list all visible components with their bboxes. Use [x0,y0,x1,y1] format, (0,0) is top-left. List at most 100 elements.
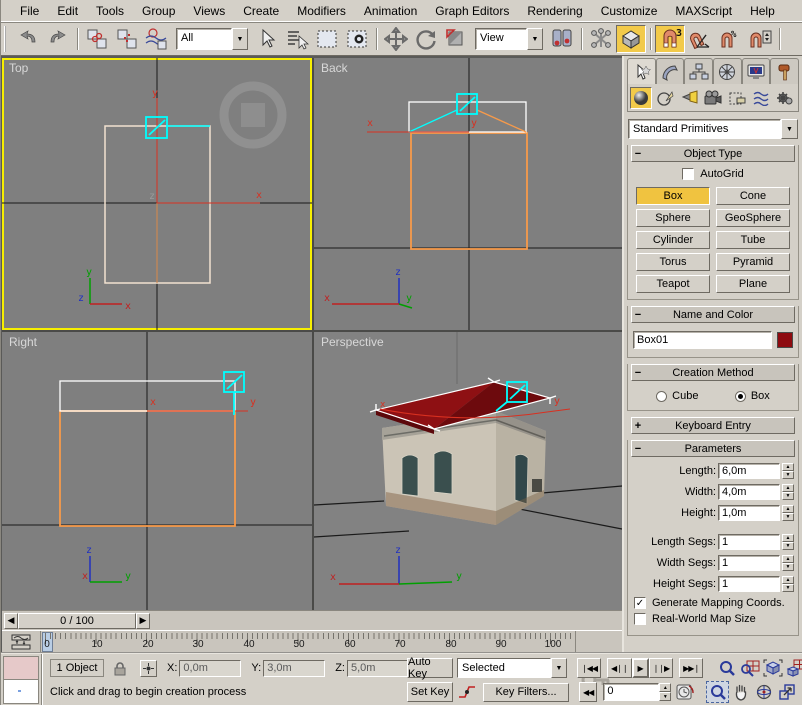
object-type-box[interactable]: Box [636,187,710,205]
y-coordinate-input[interactable]: 3,0m [263,660,325,677]
object-type-torus[interactable]: Torus [636,253,710,271]
listener-script-pane[interactable] [3,680,39,704]
width-segs-input[interactable]: 1 [718,555,780,571]
object-color-swatch[interactable] [777,332,793,348]
menu-file[interactable]: File [11,1,48,21]
menu-create[interactable]: Create [234,1,288,21]
next-frame-button[interactable]: ❘❘▶ [649,658,674,678]
unlink-selection-icon[interactable] [112,25,142,53]
zoom-all-icon[interactable] [738,657,761,679]
bind-to-spacewarp-icon[interactable] [142,25,172,53]
object-type-cylinder[interactable]: Cylinder [636,231,710,249]
percent-snap-icon[interactable]: % [715,25,745,53]
auto-key-button[interactable]: Auto Key [407,658,453,678]
rollout-name-color-header[interactable]: − Name and Color [631,306,795,323]
viewport-right[interactable]: Right x y [2,332,312,610]
rectangular-selection-region-icon[interactable] [312,25,342,53]
key-filters-button[interactable]: Key Filters... [483,683,569,702]
tab-utilities[interactable] [770,58,799,84]
width-segs-spinner[interactable]: ▲▼ [782,555,794,571]
z-coordinate-input[interactable]: 5,0m [347,660,409,677]
chevron-down-icon[interactable]: ▼ [527,28,543,50]
previous-frame-button[interactable]: ◀❘❘ [607,658,632,678]
rollout-object-type-header[interactable]: − Object Type [631,145,795,162]
menu-group[interactable]: Group [133,1,184,21]
menu-animation[interactable]: Animation [355,1,426,21]
play-button[interactable]: ▶ [632,658,649,678]
real-world-map-size-checkbox[interactable] [634,613,646,625]
viewport-right-canvas[interactable]: x y z x y [2,332,312,610]
select-and-scale-icon[interactable] [441,25,471,53]
viewport-perspective-canvas[interactable]: y x z x y [314,332,622,610]
length-segs-spinner[interactable]: ▲▼ [782,534,794,550]
current-frame-input[interactable]: 0 [603,683,659,701]
select-and-manipulate-icon[interactable] [586,25,616,53]
category-dropdown[interactable]: Standard Primitives ▼ [628,119,798,139]
length-spinner[interactable]: ▲▼ [782,463,794,479]
chevron-down-icon[interactable]: ▼ [781,119,798,139]
selected-filter-dropdown[interactable]: Selected ▼ [457,658,567,678]
use-pivot-center-icon[interactable] [547,25,577,53]
key-mode-toggle-button[interactable]: ◀◀ [579,682,597,702]
viewport-back-canvas[interactable]: x y z x y [314,58,622,330]
height-input[interactable]: 1,0m [718,505,780,521]
object-type-plane[interactable]: Plane [716,275,790,293]
height-segs-spinner[interactable]: ▲▼ [782,576,794,592]
category-lights-icon[interactable] [678,87,700,109]
menu-rendering[interactable]: Rendering [518,1,591,21]
pan-icon[interactable] [729,681,752,703]
selection-filter-dropdown[interactable]: All ▼ [176,28,248,50]
select-object-icon[interactable] [252,25,282,53]
menu-maxscript[interactable]: MAXScript [666,1,741,21]
menu-help[interactable]: Help [741,1,784,21]
radio-icon[interactable] [656,391,667,402]
width-spinner[interactable]: ▲▼ [782,484,794,500]
zoom-icon[interactable] [715,657,738,679]
category-shapes-icon[interactable] [654,87,676,109]
object-type-teapot[interactable]: Teapot [636,275,710,293]
timeline-ruler[interactable]: 0 10 20 30 40 50 60 70 80 90 100 [40,631,576,653]
go-to-start-button[interactable]: ❘◀◀ [577,658,601,678]
viewport-top-canvas[interactable]: y x z y x z [2,58,312,330]
category-spacewarps-icon[interactable] [750,87,772,109]
track-bar[interactable]: 0 10 20 30 40 50 60 70 80 90 100 [2,630,622,652]
menu-tools[interactable]: Tools [87,1,133,21]
tab-motion[interactable] [713,58,742,84]
spinner-snap-icon[interactable] [745,25,775,53]
category-geometry-icon[interactable] [630,87,652,109]
lock-selection-icon[interactable] [112,660,128,677]
object-type-geosphere[interactable]: GeoSphere [716,209,790,227]
rollout-keyboard-entry-header[interactable]: + Keyboard Entry [631,417,795,434]
menu-graph-editors[interactable]: Graph Editors [426,1,518,21]
redo-icon[interactable] [43,25,73,53]
tab-display[interactable] [742,58,771,84]
rollout-creation-method-header[interactable]: − Creation Method [631,364,795,381]
category-helpers-icon[interactable] [726,87,748,109]
viewport-top-label[interactable]: Top [9,61,28,75]
set-key-button[interactable]: Set Key [407,682,453,702]
chevron-down-icon[interactable]: ▼ [551,658,567,678]
object-type-cone[interactable]: Cone [716,187,790,205]
default-in-out-icon[interactable] [457,683,477,701]
menu-views[interactable]: Views [184,1,234,21]
time-slider-handle[interactable]: 0 / 100 [18,613,136,629]
menu-customize[interactable]: Customize [592,1,667,21]
minmax-toggle-icon[interactable] [775,681,798,703]
rollout-parameters-header[interactable]: − Parameters [631,440,795,457]
creation-method-box[interactable]: Box [735,390,770,402]
length-input[interactable]: 6,0m [718,463,780,479]
category-systems-icon[interactable] [774,87,796,109]
frame-spinner[interactable]: ▲▼ [659,683,671,701]
object-name-input[interactable]: Box01 [633,331,772,349]
tab-hierarchy[interactable] [684,58,713,84]
menu-edit[interactable]: Edit [48,1,87,21]
window-crossing-icon[interactable] [342,25,372,53]
height-segs-input[interactable]: 1 [718,576,780,592]
time-config-icon[interactable] [675,683,695,701]
angle-snap-icon[interactable] [685,25,715,53]
object-type-pyramid[interactable]: Pyramid [716,253,790,271]
x-coordinate-input[interactable]: 0,0m [179,660,241,677]
kbd-override-icon[interactable] [616,25,646,53]
object-type-sphere[interactable]: Sphere [636,209,710,227]
zoom-extents-all-icon[interactable] [784,657,802,679]
